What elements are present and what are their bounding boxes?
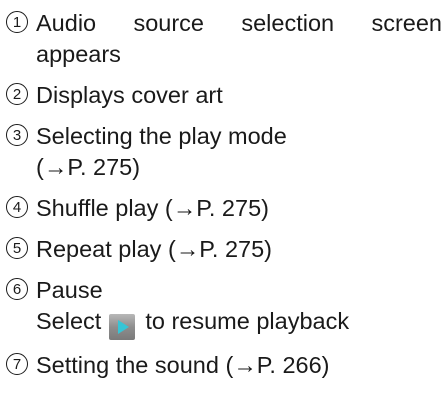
circled-number-3: 3	[6, 124, 28, 146]
item-6-select-text: Select	[36, 308, 102, 334]
item-6-line-1: Pause	[36, 277, 103, 303]
list-item-2: 2 Displays cover art	[6, 80, 446, 111]
item-5-line-1: Repeat play (→P. 275)	[36, 236, 273, 262]
item-6-resume-text: to resume playback	[145, 308, 350, 334]
item-2-line-1: Displays cover art	[36, 82, 223, 108]
circled-number-6: 6	[6, 278, 28, 300]
list-item-5: 5 Repeat play (→P. 275)	[6, 234, 446, 265]
item-text-4: Shuffle play (→P. 275)	[36, 193, 269, 224]
item-text-6: Pause Select to resume playback	[36, 275, 349, 340]
item-1-word-3: selection	[241, 10, 335, 36]
item-3-line-1: Selecting the play mode	[36, 123, 287, 149]
item-1-line-2: appears	[36, 41, 121, 67]
list-item-1: 1 Audio source selection screen appears	[6, 8, 446, 70]
circled-number-4: 4	[6, 196, 28, 218]
list-item-6: 6 Pause Select to resume playback	[6, 275, 446, 340]
list-item-3: 3 Selecting the play mode (→P. 275)	[6, 121, 446, 183]
item-3-line-2: (→P. 275)	[36, 154, 141, 180]
item-text-2: Displays cover art	[36, 80, 223, 111]
list-item-7: 7 Setting the sound (→P. 266)	[6, 350, 446, 381]
play-icon	[109, 314, 136, 340]
item-text-1: Audio source selection screen appears	[36, 8, 442, 70]
circled-number-5: 5	[6, 237, 28, 259]
item-1-line-1: Audio source selection screen	[36, 8, 442, 39]
item-1-word-1: Audio	[36, 10, 97, 36]
item-1-word-4: screen	[371, 10, 442, 36]
item-6-line-2: Select to resume playback	[36, 306, 349, 340]
item-4-line-1: Shuffle play (→P. 275)	[36, 195, 269, 221]
item-text-3: Selecting the play mode (→P. 275)	[36, 121, 287, 183]
circled-number-1: 1	[6, 11, 28, 33]
list-item-4: 4 Shuffle play (→P. 275)	[6, 193, 446, 224]
item-7-line-1: Setting the sound (→P. 266)	[36, 352, 330, 378]
item-text-5: Repeat play (→P. 275)	[36, 234, 272, 265]
numbered-list: 1 Audio source selection screen appears …	[6, 8, 446, 391]
circled-number-2: 2	[6, 83, 28, 105]
circled-number-7: 7	[6, 353, 28, 375]
item-text-7: Setting the sound (→P. 266)	[36, 350, 330, 381]
item-1-word-2: source	[133, 10, 204, 36]
